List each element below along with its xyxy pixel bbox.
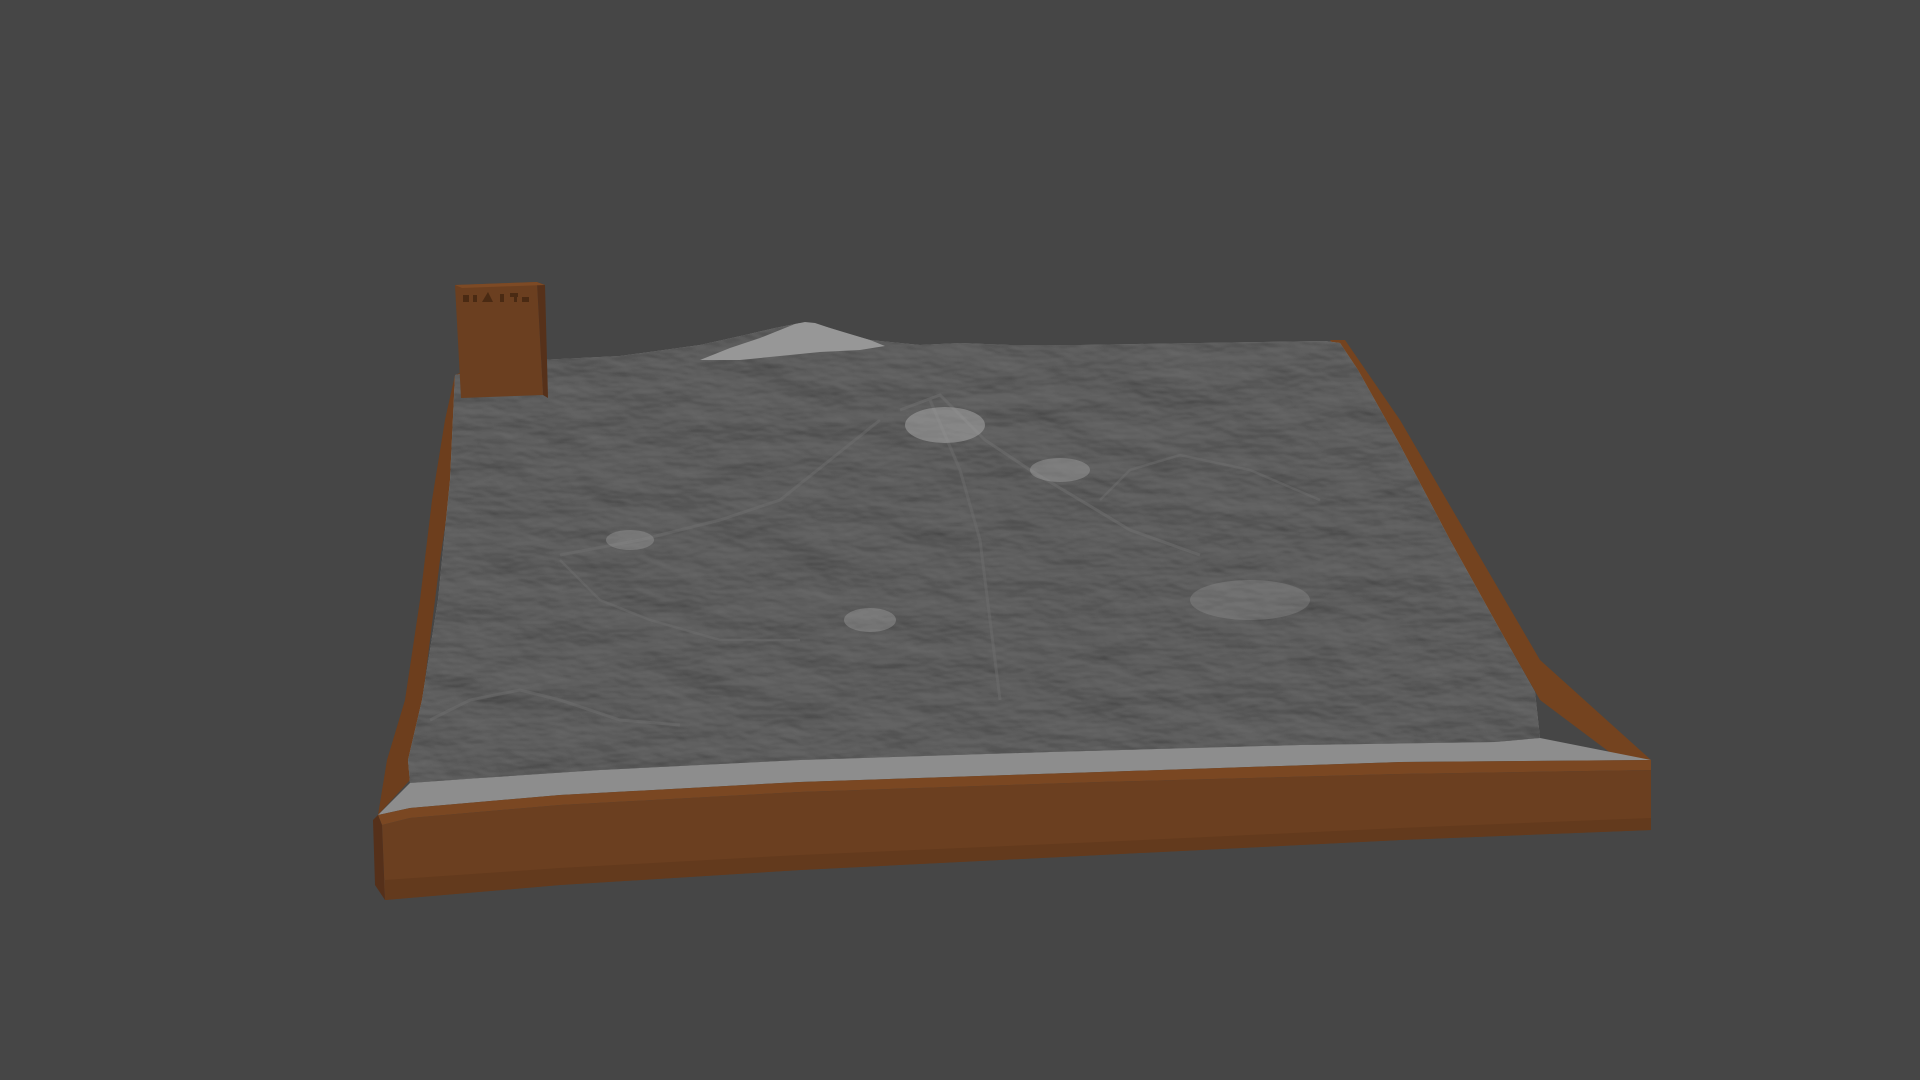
- terrain-model-render: [373, 282, 1651, 900]
- 3d-viewport[interactable]: [0, 0, 1920, 1080]
- terrain-surface: [408, 323, 1540, 783]
